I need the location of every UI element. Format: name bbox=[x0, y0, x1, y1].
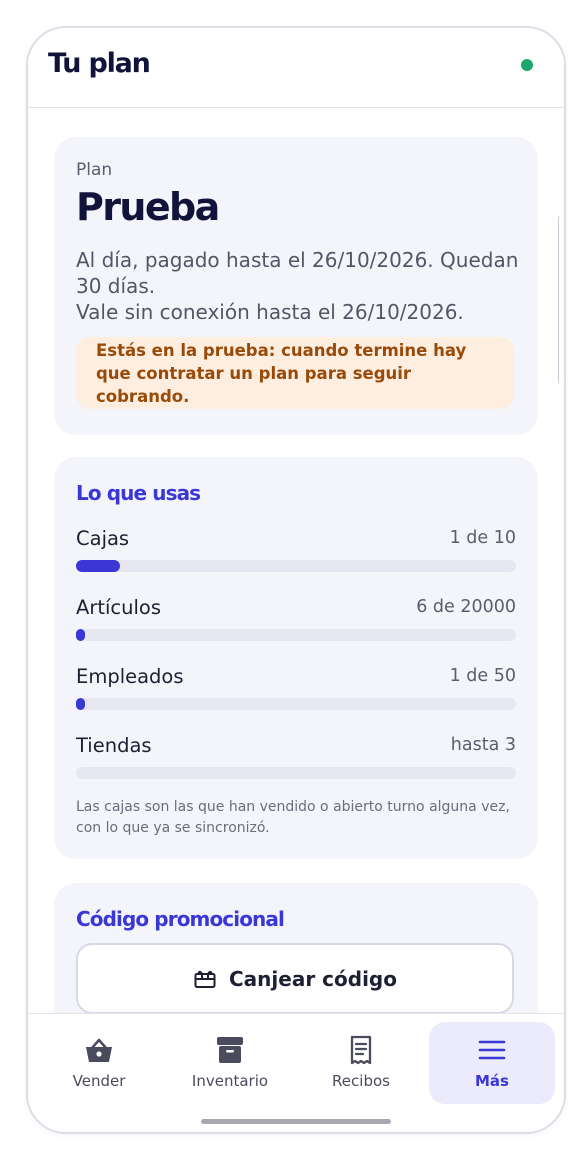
usage-title: Lo que usas bbox=[76, 481, 201, 505]
usage-fill bbox=[76, 698, 85, 710]
plan-paid-until: Al día, pagado hasta el 26/10/2026. Qued… bbox=[76, 248, 519, 298]
usage-value: 1 de 50 bbox=[449, 666, 516, 686]
scrollbar[interactable] bbox=[558, 216, 563, 384]
usage-name: Empleados bbox=[76, 665, 184, 688]
usage-row-articulos: Artículos 6 de 20000 bbox=[76, 596, 516, 646]
sync-status-dot bbox=[521, 59, 533, 71]
promo-title: Código promocional bbox=[76, 907, 285, 931]
usage-name: Cajas bbox=[76, 527, 130, 550]
nav-item-vender[interactable]: Vender bbox=[36, 1022, 162, 1104]
page-title: Tu plan bbox=[48, 48, 151, 79]
redeem-code-label: Canjear código bbox=[229, 966, 397, 991]
bottom-nav: Vender Inventario Recibos Más bbox=[28, 1013, 564, 1132]
gift-icon bbox=[194, 970, 216, 988]
plan-offline-until: Vale sin conexión hasta el 26/10/2026. bbox=[76, 300, 464, 324]
nav-label: Recibos bbox=[332, 1072, 390, 1090]
top-bar: Tu plan bbox=[28, 28, 564, 108]
plan-name: Prueba bbox=[76, 185, 220, 229]
usage-row-tiendas: Tiendas hasta 3 bbox=[76, 734, 516, 784]
usage-value: 6 de 20000 bbox=[416, 597, 516, 617]
nav-label: Vender bbox=[72, 1072, 126, 1090]
trial-notice-text: Estás en la prueba: cuando termine hay q… bbox=[96, 340, 467, 406]
usage-track bbox=[76, 767, 516, 779]
usage-card: Lo que usas Cajas 1 de 10 Artículos 6 de… bbox=[54, 457, 538, 859]
nav-label: Inventario bbox=[191, 1072, 269, 1090]
usage-row-cajas: Cajas 1 de 10 bbox=[76, 527, 516, 577]
usage-row-empleados: Empleados 1 de 50 bbox=[76, 665, 516, 715]
basket-icon bbox=[86, 1038, 112, 1062]
usage-name: Artículos bbox=[76, 596, 162, 619]
usage-fill bbox=[76, 560, 120, 572]
redeem-code-button[interactable]: Canjear código bbox=[76, 943, 514, 1014]
receipt-icon bbox=[350, 1035, 372, 1065]
usage-track bbox=[76, 629, 516, 641]
nav-item-mas[interactable]: Más bbox=[429, 1022, 555, 1104]
nav-label: Más bbox=[475, 1072, 509, 1090]
archive-box-icon bbox=[217, 1037, 243, 1063]
plan-status: Al día, pagado hasta el 26/10/2026. Qued… bbox=[76, 247, 526, 325]
nav-item-recibos[interactable]: Recibos bbox=[298, 1022, 424, 1104]
usage-value: 1 de 10 bbox=[449, 528, 516, 548]
usage-track bbox=[76, 698, 516, 710]
menu-icon bbox=[478, 1040, 506, 1060]
nav-item-inventario[interactable]: Inventario bbox=[167, 1022, 293, 1104]
usage-track bbox=[76, 560, 516, 572]
usage-value: hasta 3 bbox=[450, 735, 516, 755]
usage-note: Las cajas son las que han vendido o abie… bbox=[76, 799, 510, 836]
usage-name: Tiendas bbox=[76, 734, 152, 757]
home-indicator bbox=[201, 1119, 391, 1124]
plan-label: Plan bbox=[76, 160, 113, 180]
usage-fill bbox=[76, 629, 85, 641]
trial-notice: Estás en la prueba: cuando termine hay q… bbox=[76, 337, 514, 409]
plan-card: Plan Prueba Al día, pagado hasta el 26/1… bbox=[54, 137, 538, 435]
phone-frame: Tu plan Plan Prueba Al día, pagado hasta… bbox=[26, 26, 566, 1134]
